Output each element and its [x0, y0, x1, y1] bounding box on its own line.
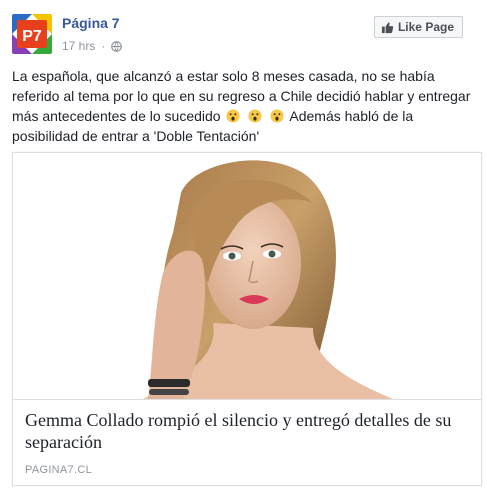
astonished-face-icon: [270, 109, 284, 123]
thumbs-up-icon: [381, 21, 394, 33]
link-title[interactable]: Gemma Collado rompió el silencio y entre…: [25, 409, 473, 453]
page-name-link[interactable]: Página 7: [62, 15, 120, 31]
astonished-face-icon: [248, 109, 262, 123]
link-domain: PAGINA7.CL: [25, 464, 92, 476]
woman-portrait-image: [13, 153, 481, 399]
p7-logo-icon: P7: [12, 14, 52, 54]
globe-icon[interactable]: [111, 40, 123, 52]
avatar-text: P7: [22, 28, 42, 45]
facebook-post: P7 Página 7 17 hrs · Like Page La españo…: [0, 0, 487, 489]
link-preview-card[interactable]: Gemma Collado rompió el silencio y entre…: [12, 152, 482, 486]
post-time[interactable]: 17 hrs: [62, 39, 95, 53]
page-avatar[interactable]: P7: [12, 14, 52, 54]
meta-separator: ·: [101, 39, 106, 53]
post-meta: 17 hrs ·: [62, 39, 123, 53]
link-preview-image[interactable]: [13, 153, 481, 399]
astonished-face-icon: [226, 109, 241, 123]
post-message: La española, que alcanzó a estar solo 8 …: [12, 66, 482, 146]
like-page-button[interactable]: Like Page: [373, 16, 463, 38]
link-preview-body[interactable]: Gemma Collado rompió el silencio y entre…: [13, 399, 481, 485]
like-page-label: Like Page: [397, 20, 454, 34]
